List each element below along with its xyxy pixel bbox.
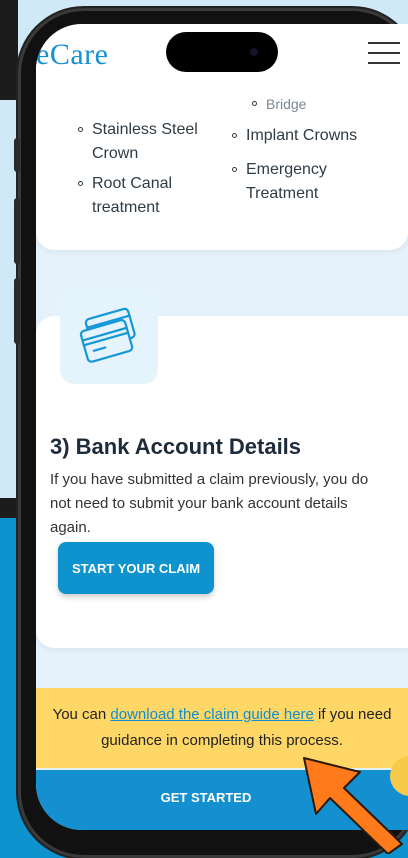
- download-claim-guide-link[interactable]: download the claim guide here: [110, 706, 313, 723]
- dynamic-island: [166, 32, 278, 72]
- brand-logo[interactable]: eCare: [36, 38, 108, 72]
- bank-details-paragraph: If you have submitted a claim previously…: [50, 471, 369, 536]
- service-item-stainless-steel-crown: Stainless Steel Crown: [78, 118, 232, 166]
- phone-volume-up-button: [14, 198, 20, 264]
- bank-details-heading: 3) Bank Account Details: [50, 434, 302, 459]
- service-item-bridge: Bridge: [252, 92, 306, 116]
- phone-action-button: [14, 138, 20, 172]
- phone-volume-down-button: [14, 278, 20, 344]
- orange-arrow-icon: [303, 757, 403, 854]
- background-dark-strip: [0, 0, 18, 100]
- service-item-emergency-treatment: Emergency Treatment: [232, 158, 356, 206]
- start-claim-button[interactable]: START YOUR CLAIM: [58, 542, 214, 594]
- hamburger-menu-icon[interactable]: [368, 42, 400, 66]
- phone-screen: Bridge Stainless Steel Crown Implant Cro…: [36, 24, 408, 830]
- services-card: Bridge Stainless Steel Crown Implant Cro…: [36, 64, 408, 250]
- credit-card-icon: [60, 286, 158, 384]
- notice-text: You can download the claim guide here if…: [52, 706, 392, 749]
- service-item-implant-crowns: Implant Crowns: [232, 124, 396, 148]
- service-item-root-canal-treatment: Root Canal treatment: [78, 172, 202, 220]
